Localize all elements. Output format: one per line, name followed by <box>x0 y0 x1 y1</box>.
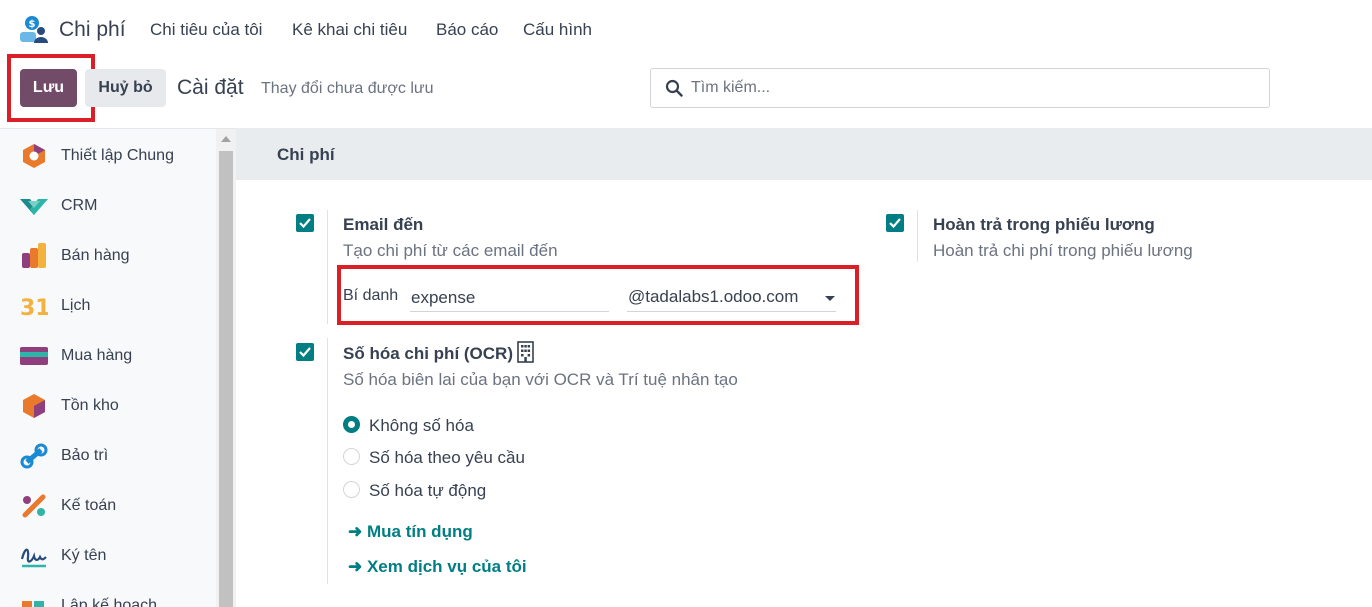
alias-domain-value: @tadalabs1.odoo.com <box>628 287 799 306</box>
sidebar-item-calendar[interactable]: 31 Lịch <box>0 284 216 328</box>
sidebar-item-label: Bán hàng <box>61 247 130 264</box>
ocr-checkbox[interactable] <box>296 343 314 361</box>
incoming-email-checkbox[interactable] <box>296 214 314 232</box>
crm-icon <box>20 199 48 215</box>
sidebar-item-label: Ký tên <box>61 547 107 564</box>
scroll-up-arrow-icon[interactable] <box>221 136 231 142</box>
section-title: Chi phí <box>277 145 335 164</box>
sidebar-item-sales[interactable]: Bán hàng <box>0 234 216 278</box>
alias-domain-select[interactable]: @tadalabs1.odoo.com <box>627 284 836 312</box>
radio-label-auto[interactable]: Số hóa tự động <box>369 481 486 501</box>
purchase-icon <box>20 347 48 365</box>
sidebar-item-sign[interactable]: Ký tên <box>0 534 216 578</box>
unsaved-status: Thay đổi chưa được lưu <box>261 80 434 97</box>
ocr-desc: Số hóa biên lai của bạn với OCR và Trí t… <box>343 370 738 389</box>
radio-label-no-digitize[interactable]: Không số hóa <box>369 416 474 436</box>
incoming-email-desc: Tạo chi phí từ các email đến <box>343 241 558 260</box>
payslip-reimburse-desc: Hoàn trả chi phí trong phiếu lương <box>933 241 1193 260</box>
svg-text:31: 31 <box>20 296 48 319</box>
sidebar-item-label: Mua hàng <box>61 347 133 364</box>
checkmark-icon <box>299 347 311 358</box>
accounting-icon <box>22 494 46 518</box>
inventory-icon <box>23 394 45 418</box>
app-name[interactable]: Chi phí <box>59 18 126 42</box>
save-button[interactable]: Lưu <box>20 69 77 107</box>
search-box <box>650 68 1270 108</box>
divider <box>917 210 918 262</box>
payslip-reimburse-checkbox[interactable] <box>886 214 904 232</box>
sidebar-item-label: Lập kế hoạch <box>61 597 158 607</box>
my-services-link[interactable]: ➜ Xem dịch vụ của tôi <box>348 557 527 577</box>
general-settings-icon <box>23 144 45 168</box>
sidebar-item-label: Thiết lập Chung <box>61 147 174 164</box>
svg-text:$: $ <box>29 19 36 30</box>
checkmark-icon <box>299 218 311 229</box>
sidebar-item-accounting[interactable]: Kế toán <box>0 484 216 528</box>
checkmark-icon <box>889 218 901 229</box>
search-icon <box>665 79 683 97</box>
menu-configuration[interactable]: Cấu hình <box>523 20 592 40</box>
menu-reporting[interactable]: Báo cáo <box>436 20 498 40</box>
sidebar-item-label: Tồn kho <box>61 397 119 414</box>
expenses-app-icon[interactable]: $ <box>18 16 48 44</box>
maintenance-icon <box>20 443 48 469</box>
sidebar-item-label: CRM <box>61 197 98 214</box>
planning-icon <box>22 601 44 607</box>
sign-icon <box>20 548 47 568</box>
radio-digitize-on-demand[interactable] <box>343 448 360 465</box>
sales-icon <box>22 243 46 268</box>
section-header: Chi phí <box>236 128 1372 180</box>
chevron-down-icon <box>825 296 835 301</box>
discard-button[interactable]: Huỷ bỏ <box>85 69 166 107</box>
top-navbar: $ Chi phí Chi tiêu của tôi Kê khai chi t… <box>0 0 1372 60</box>
sidebar-item-planning[interactable]: Lập kế hoạch <box>0 584 216 607</box>
sidebar-item-label: Kế toán <box>61 497 117 514</box>
radio-label-on-demand[interactable]: Số hóa theo yêu cầu <box>369 448 525 468</box>
menu-my-expenses[interactable]: Chi tiêu của tôi <box>150 20 262 40</box>
calendar-icon: 31 <box>20 296 48 319</box>
sidebar-item-inventory[interactable]: Tồn kho <box>0 384 216 428</box>
incoming-email-title: Email đến <box>343 215 424 234</box>
payslip-reimburse-title: Hoàn trả trong phiếu lương <box>933 215 1155 234</box>
sidebar-item-label: Bảo trì <box>61 447 109 464</box>
radio-digitize-auto[interactable] <box>343 481 360 498</box>
sidebar-item-maintenance[interactable]: Bảo trì <box>0 434 216 478</box>
search-input[interactable] <box>691 69 1251 107</box>
radio-no-digitize[interactable] <box>343 416 360 433</box>
alias-label: Bí danh <box>343 287 399 304</box>
sidebar-item-general-settings[interactable]: Thiết lập Chung <box>0 134 216 178</box>
settings-sidebar: Thiết lập Chung CRM Bán hàng 31 Lịch Mua… <box>0 128 236 607</box>
alias-input[interactable] <box>410 284 609 312</box>
buy-credits-link[interactable]: ➜ Mua tín dụng <box>348 522 473 542</box>
menu-expense-reports[interactable]: Kê khai chi tiêu <box>292 20 407 40</box>
sidebar-item-purchase[interactable]: Mua hàng <box>0 334 216 378</box>
ocr-title: Số hóa chi phí (OCR) <box>343 344 513 363</box>
divider <box>327 338 328 584</box>
divider <box>327 210 328 324</box>
sidebar-scrollbar[interactable] <box>216 129 236 607</box>
scrollbar-thumb[interactable] <box>219 151 233 607</box>
building-icon[interactable] <box>516 341 535 363</box>
sidebar-item-crm[interactable]: CRM <box>0 184 216 228</box>
sidebar-item-label: Lịch <box>61 297 91 314</box>
page-title: Cài đặt <box>177 76 244 99</box>
